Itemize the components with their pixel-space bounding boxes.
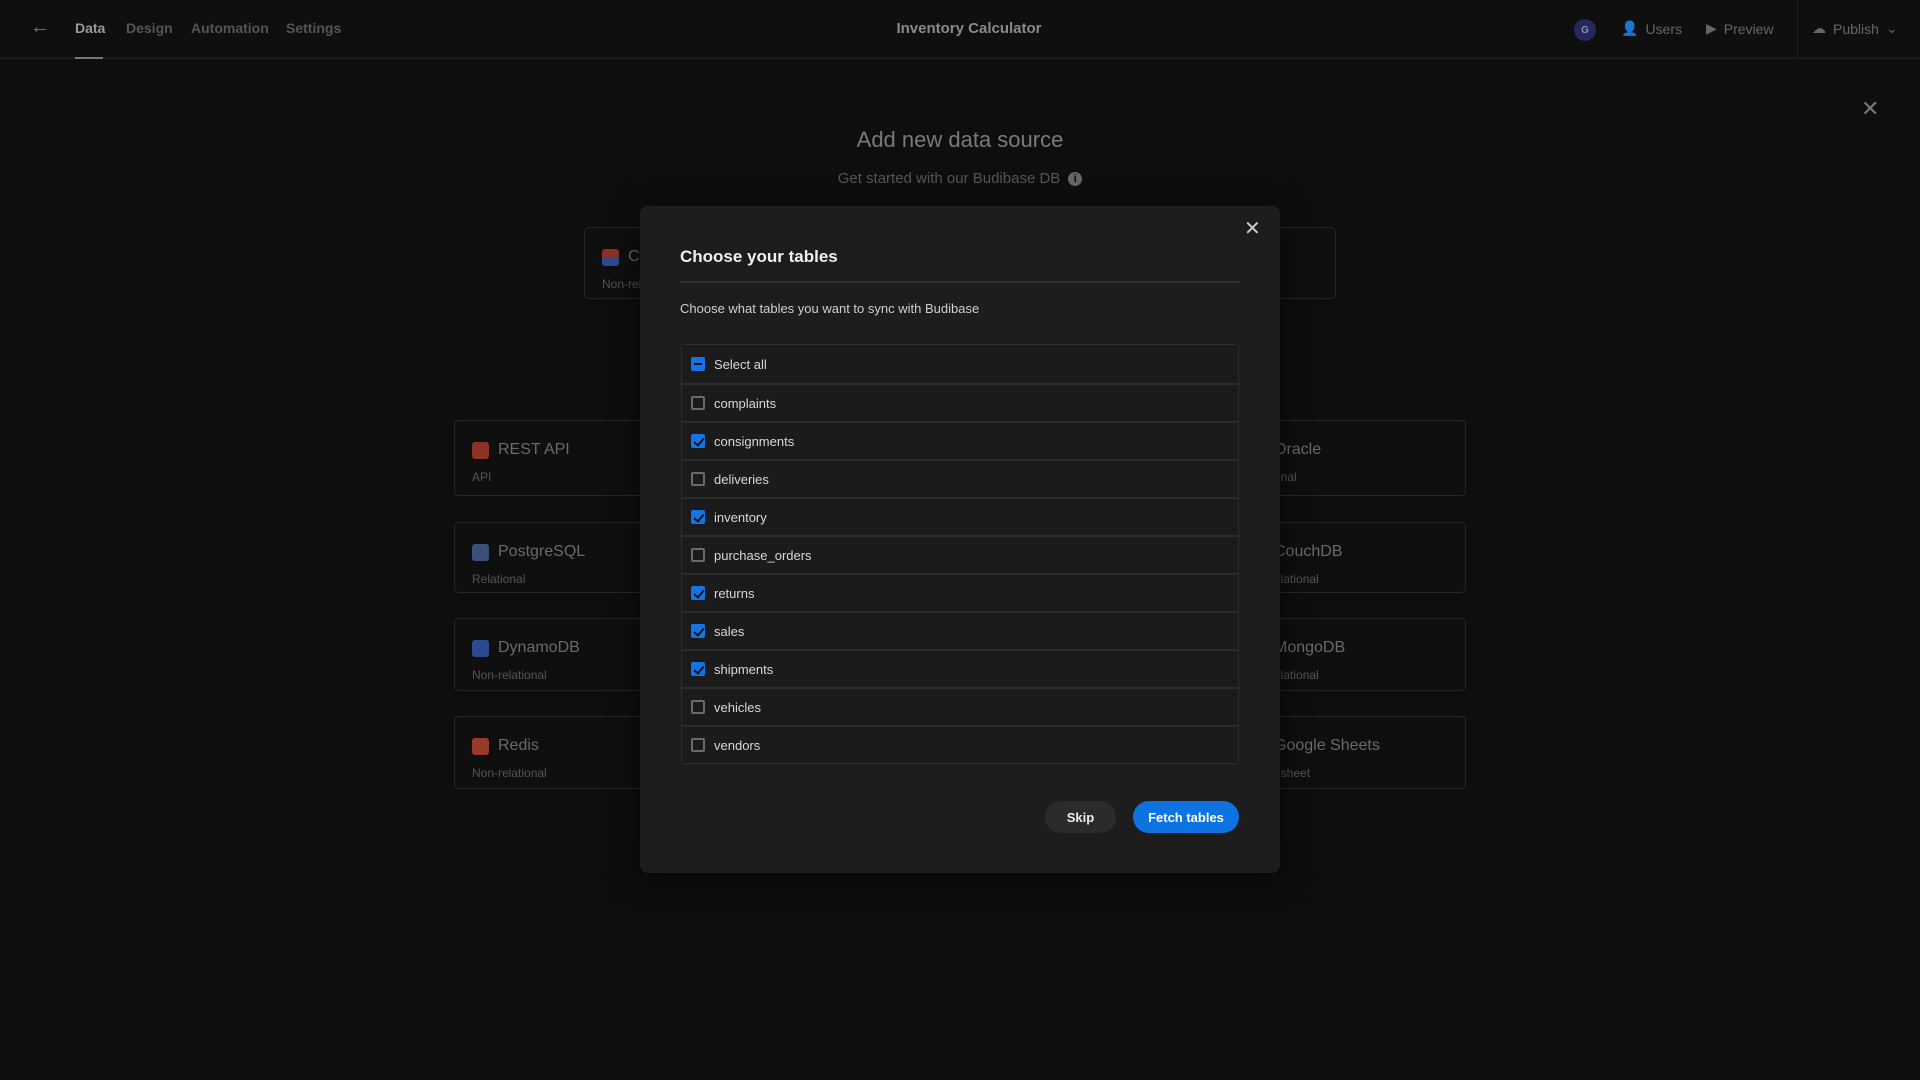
checkbox-unchecked[interactable] (691, 396, 705, 410)
checkbox-unchecked[interactable] (691, 700, 705, 714)
datasource-icon (472, 442, 489, 459)
row-label: sales (714, 623, 745, 639)
checkbox-checked[interactable] (691, 586, 705, 600)
row-label: purchase_orders (714, 547, 812, 563)
row-label: vendors (714, 737, 761, 753)
card-desc: elational (1274, 572, 1319, 586)
publish-label: Publish (1833, 20, 1879, 37)
users-button[interactable]: 👤 Users (1621, 20, 1682, 37)
publish-button[interactable]: ☁ Publish ⌄ (1812, 20, 1898, 37)
users-icon: 👤 (1621, 20, 1639, 36)
row-label: inventory (714, 509, 767, 525)
row-label: complaints (714, 395, 777, 411)
card-name: Redis (498, 737, 539, 754)
divider (680, 281, 1239, 283)
active-tab-indicator (75, 57, 103, 59)
card-desc: Non-relational (472, 668, 547, 682)
users-label: Users (1645, 20, 1682, 37)
preview-button[interactable]: ▶ Preview (1706, 20, 1774, 37)
checkbox-mixed[interactable] (691, 357, 705, 371)
fetch-tables-button[interactable]: Fetch tables (1133, 801, 1239, 833)
card-name: REST API (498, 441, 570, 458)
card-desc: Non-rel (602, 277, 642, 291)
row-label: vehicles (714, 699, 761, 715)
card-desc: Relational (472, 572, 526, 586)
table-row[interactable]: consignments (682, 421, 1238, 459)
modal-description: Choose what tables you want to sync with… (680, 301, 980, 316)
row-label: consignments (714, 433, 795, 449)
row-label: shipments (714, 661, 774, 677)
table-row[interactable]: returns (682, 573, 1238, 611)
choose-tables-modal: ✕ Choose your tables Choose what tables … (640, 206, 1280, 873)
subtitle-text: Get started with our Budibase DB (837, 170, 1061, 187)
table-row[interactable]: deliveries (682, 459, 1238, 497)
row-label: deliveries (714, 471, 769, 487)
datasource-icon (472, 738, 489, 755)
card-name: Oracle (1274, 441, 1322, 458)
table-row[interactable]: shipments (682, 649, 1238, 687)
checkbox-checked[interactable] (691, 662, 705, 676)
row-label: Select all (714, 356, 767, 372)
close-icon[interactable]: ✕ (1861, 96, 1879, 122)
select-all-checkbox[interactable]: Select all (682, 345, 1238, 383)
table-row[interactable]: inventory (682, 497, 1238, 535)
chevron-down-icon: ⌄ (1885, 20, 1898, 36)
checkbox-unchecked[interactable] (691, 738, 705, 752)
checkbox-unchecked[interactable] (691, 548, 705, 562)
skip-button[interactable]: Skip (1045, 801, 1116, 833)
card-name: MongoDB (1274, 639, 1346, 656)
card-desc: Non-relational (472, 766, 547, 780)
table-row[interactable]: vendors (682, 725, 1238, 763)
table-row[interactable]: purchase_orders (682, 535, 1238, 573)
play-icon: ▶ (1706, 20, 1717, 36)
card-desc: API (472, 470, 492, 484)
close-icon[interactable]: ✕ (1244, 216, 1261, 241)
checkbox-checked[interactable] (691, 510, 705, 524)
card-name: Google Sheets (1274, 737, 1380, 754)
divider (1797, 0, 1798, 59)
checkbox-checked[interactable] (691, 624, 705, 638)
table-row[interactable]: sales (682, 611, 1238, 649)
table-list: Select all complaints consignments deliver… (681, 344, 1239, 764)
avatar[interactable]: G (1574, 19, 1596, 41)
preview-label: Preview (1723, 20, 1774, 37)
budibase-logo-icon (602, 249, 619, 266)
page-subtitle: Get started with our Budibase DB i (0, 170, 1920, 187)
table-row[interactable]: complaints (682, 383, 1238, 421)
card-desc: elational (1274, 668, 1319, 682)
modal-title: Choose your tables (680, 247, 838, 266)
checkbox-checked[interactable] (691, 434, 705, 448)
card-name: DynamoDB (498, 639, 580, 656)
page-title: Add new data source (856, 127, 1064, 152)
table-row[interactable]: vehicles (682, 687, 1238, 725)
row-label: returns (714, 585, 755, 601)
publish-icon: ☁ (1812, 20, 1826, 36)
info-icon[interactable]: i (1068, 172, 1083, 186)
card-name: PostgreSQL (498, 543, 586, 560)
datasource-icon (472, 640, 489, 657)
card-name: CouchDB (1274, 543, 1343, 560)
checkbox-unchecked[interactable] (691, 472, 705, 486)
datasource-icon (472, 544, 489, 561)
top-nav: ← Data Design Automation Settings Invent… (0, 0, 1920, 59)
